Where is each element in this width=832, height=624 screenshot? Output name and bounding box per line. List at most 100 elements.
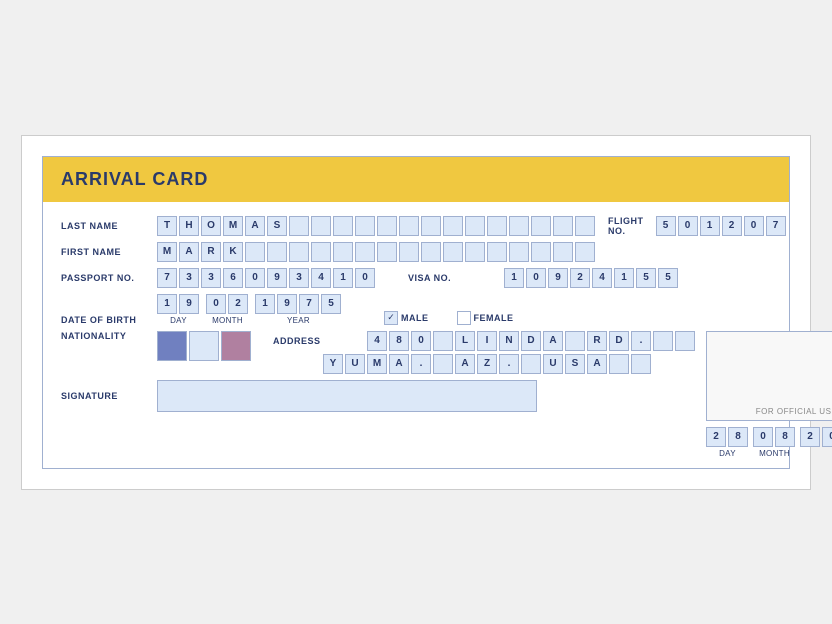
char-box[interactable]: 0 xyxy=(744,216,764,236)
char-box[interactable] xyxy=(531,216,551,236)
male-checkbox[interactable]: ✓ MALE xyxy=(384,311,429,325)
char-box[interactable]: 0 xyxy=(822,427,832,447)
char-box[interactable] xyxy=(333,242,353,262)
char-box[interactable]: 2 xyxy=(722,216,742,236)
char-box[interactable] xyxy=(487,242,507,262)
char-box[interactable] xyxy=(289,216,309,236)
char-box[interactable]: A xyxy=(587,354,607,374)
char-box[interactable]: 5 xyxy=(636,268,656,288)
char-box[interactable]: 1 xyxy=(614,268,634,288)
char-box[interactable]: 4 xyxy=(311,268,331,288)
char-box[interactable] xyxy=(355,216,375,236)
char-box[interactable] xyxy=(311,242,331,262)
char-box[interactable]: 9 xyxy=(548,268,568,288)
char-box[interactable] xyxy=(531,242,551,262)
char-box[interactable] xyxy=(289,242,309,262)
char-box[interactable] xyxy=(399,216,419,236)
char-box[interactable]: 2 xyxy=(706,427,726,447)
char-box[interactable]: K xyxy=(223,242,243,262)
char-box[interactable]: 9 xyxy=(277,294,297,314)
char-box[interactable] xyxy=(421,242,441,262)
char-box[interactable]: 3 xyxy=(289,268,309,288)
char-box[interactable] xyxy=(399,242,419,262)
char-box[interactable]: 3 xyxy=(179,268,199,288)
char-box[interactable]: 5 xyxy=(658,268,678,288)
char-box[interactable]: M xyxy=(367,354,387,374)
char-box[interactable]: . xyxy=(499,354,519,374)
char-box[interactable]: 5 xyxy=(656,216,676,236)
female-check-box[interactable] xyxy=(457,311,471,325)
char-box[interactable] xyxy=(377,242,397,262)
char-box[interactable]: 4 xyxy=(367,331,387,351)
char-box[interactable]: U xyxy=(345,354,365,374)
char-box[interactable]: 8 xyxy=(728,427,748,447)
char-box[interactable] xyxy=(355,242,375,262)
char-box[interactable]: A xyxy=(179,242,199,262)
char-box[interactable]: R xyxy=(201,242,221,262)
char-box[interactable] xyxy=(575,216,595,236)
char-box[interactable] xyxy=(333,216,353,236)
char-box[interactable] xyxy=(487,216,507,236)
char-box[interactable]: 1 xyxy=(157,294,177,314)
char-box[interactable]: I xyxy=(477,331,497,351)
char-box[interactable]: . xyxy=(631,331,651,351)
female-checkbox[interactable]: FEMALE xyxy=(457,311,514,325)
char-box[interactable] xyxy=(675,331,695,351)
male-check-box[interactable]: ✓ xyxy=(384,311,398,325)
char-box[interactable] xyxy=(509,216,529,236)
char-box[interactable] xyxy=(565,331,585,351)
char-box[interactable]: S xyxy=(267,216,287,236)
char-box[interactable] xyxy=(377,216,397,236)
char-box[interactable] xyxy=(443,242,463,262)
char-box[interactable]: H xyxy=(179,216,199,236)
char-box[interactable] xyxy=(433,331,453,351)
char-box[interactable] xyxy=(553,216,573,236)
char-box[interactable]: 0 xyxy=(753,427,773,447)
char-box[interactable]: L xyxy=(455,331,475,351)
char-box[interactable]: 0 xyxy=(206,294,226,314)
char-box[interactable]: A xyxy=(245,216,265,236)
signature-box[interactable] xyxy=(157,380,537,412)
char-box[interactable]: N xyxy=(499,331,519,351)
char-box[interactable]: R xyxy=(587,331,607,351)
char-box[interactable]: 3 xyxy=(201,268,221,288)
char-box[interactable] xyxy=(433,354,453,374)
char-box[interactable]: M xyxy=(223,216,243,236)
char-box[interactable]: 2 xyxy=(228,294,248,314)
char-box[interactable]: 8 xyxy=(775,427,795,447)
char-box[interactable]: 5 xyxy=(321,294,341,314)
char-box[interactable] xyxy=(609,354,629,374)
char-box[interactable] xyxy=(521,354,541,374)
char-box[interactable] xyxy=(245,242,265,262)
char-box[interactable]: 0 xyxy=(526,268,546,288)
char-box[interactable]: T xyxy=(157,216,177,236)
char-box[interactable]: 1 xyxy=(504,268,524,288)
char-box[interactable] xyxy=(465,216,485,236)
char-box[interactable] xyxy=(575,242,595,262)
char-box[interactable]: 6 xyxy=(223,268,243,288)
char-box[interactable] xyxy=(311,216,331,236)
char-box[interactable]: 0 xyxy=(678,216,698,236)
char-box[interactable]: D xyxy=(609,331,629,351)
char-box[interactable] xyxy=(553,242,573,262)
char-box[interactable]: Y xyxy=(323,354,343,374)
char-box[interactable]: 2 xyxy=(570,268,590,288)
char-box[interactable] xyxy=(267,242,287,262)
char-box[interactable]: S xyxy=(565,354,585,374)
char-box[interactable]: A xyxy=(543,331,563,351)
char-box[interactable]: U xyxy=(543,354,563,374)
char-box[interactable]: 9 xyxy=(179,294,199,314)
char-box[interactable]: 9 xyxy=(267,268,287,288)
char-box[interactable] xyxy=(509,242,529,262)
char-box[interactable]: Z xyxy=(477,354,497,374)
char-box[interactable]: M xyxy=(157,242,177,262)
char-box[interactable]: 0 xyxy=(411,331,431,351)
char-box[interactable] xyxy=(465,242,485,262)
char-box[interactable]: 4 xyxy=(592,268,612,288)
char-box[interactable] xyxy=(631,354,651,374)
char-box[interactable] xyxy=(653,331,673,351)
char-box[interactable]: O xyxy=(201,216,221,236)
char-box[interactable]: 7 xyxy=(766,216,786,236)
char-box[interactable]: A xyxy=(455,354,475,374)
char-box[interactable]: 7 xyxy=(157,268,177,288)
